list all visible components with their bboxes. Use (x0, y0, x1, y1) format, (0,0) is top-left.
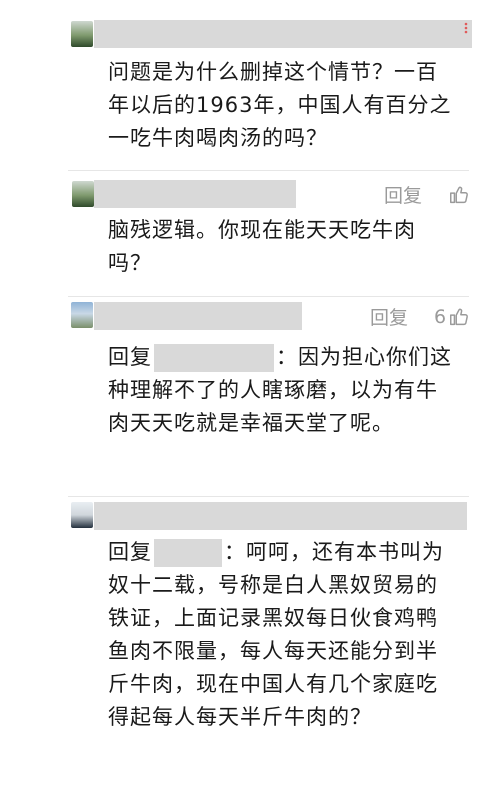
thumbs-up-icon[interactable] (448, 306, 470, 328)
comment-2: 回复 脑残逻辑。你现在能天天吃牛肉吗？ (0, 170, 491, 296)
reply-button[interactable]: 回复 (370, 303, 408, 330)
reply-button[interactable]: 回复 (384, 181, 422, 208)
reply-prefix: 回复 (108, 540, 152, 564)
avatar[interactable] (71, 502, 93, 528)
redacted-mention[interactable] (154, 344, 274, 372)
comment-text: 回复 ：因为担心你们这种理解不了的人瞎琢磨，以为有牛肉天天吃就是幸福天堂了呢。 (108, 341, 458, 440)
reply-prefix: 回复 (108, 345, 152, 369)
avatar[interactable] (71, 21, 93, 47)
comment-text: 问题是为什么删掉这个情节？一百年以后的1963年，中国人有百分之一吃牛肉喝肉汤的… (108, 60, 452, 150)
comment-actions: 回复 6 (370, 303, 470, 330)
redacted-mention[interactable] (154, 539, 222, 567)
comment-text: 回复 ：呵呵，还有本书叫为奴十二载，号称是白人黑奴贸易的铁证，上面记录黑奴每日伙食… (108, 536, 458, 734)
more-options-icon[interactable] (461, 22, 471, 34)
avatar[interactable] (71, 302, 93, 328)
comment-1: 问题是为什么删掉这个情节？一百年以后的1963年，中国人有百分之一吃牛肉喝肉汤的… (0, 0, 491, 170)
comment-3: 回复 6 回复 ：因为担心你们这种理解不了的人瞎琢磨，以为有牛肉天天吃就是幸福天堂… (0, 296, 491, 496)
comment-4: 回复 ：呵呵，还有本书叫为奴十二载，号称是白人黑奴贸易的铁证，上面记录黑奴每日伙食… (0, 496, 491, 800)
comment-actions: 回复 (384, 181, 470, 208)
redacted-username[interactable] (94, 180, 296, 208)
reply-body: ：呵呵，还有本书叫为奴十二载，号称是白人黑奴贸易的铁证，上面记录黑奴每日伙食鸡鸭… (108, 540, 444, 729)
comment-text: 脑残逻辑。你现在能天天吃牛肉吗？ (108, 218, 416, 275)
redacted-username[interactable] (94, 502, 467, 530)
like-count: 6 (434, 305, 447, 328)
avatar[interactable] (72, 181, 94, 207)
redacted-username[interactable] (94, 20, 472, 48)
redacted-username[interactable] (94, 302, 302, 330)
thumbs-up-icon[interactable] (448, 184, 470, 206)
